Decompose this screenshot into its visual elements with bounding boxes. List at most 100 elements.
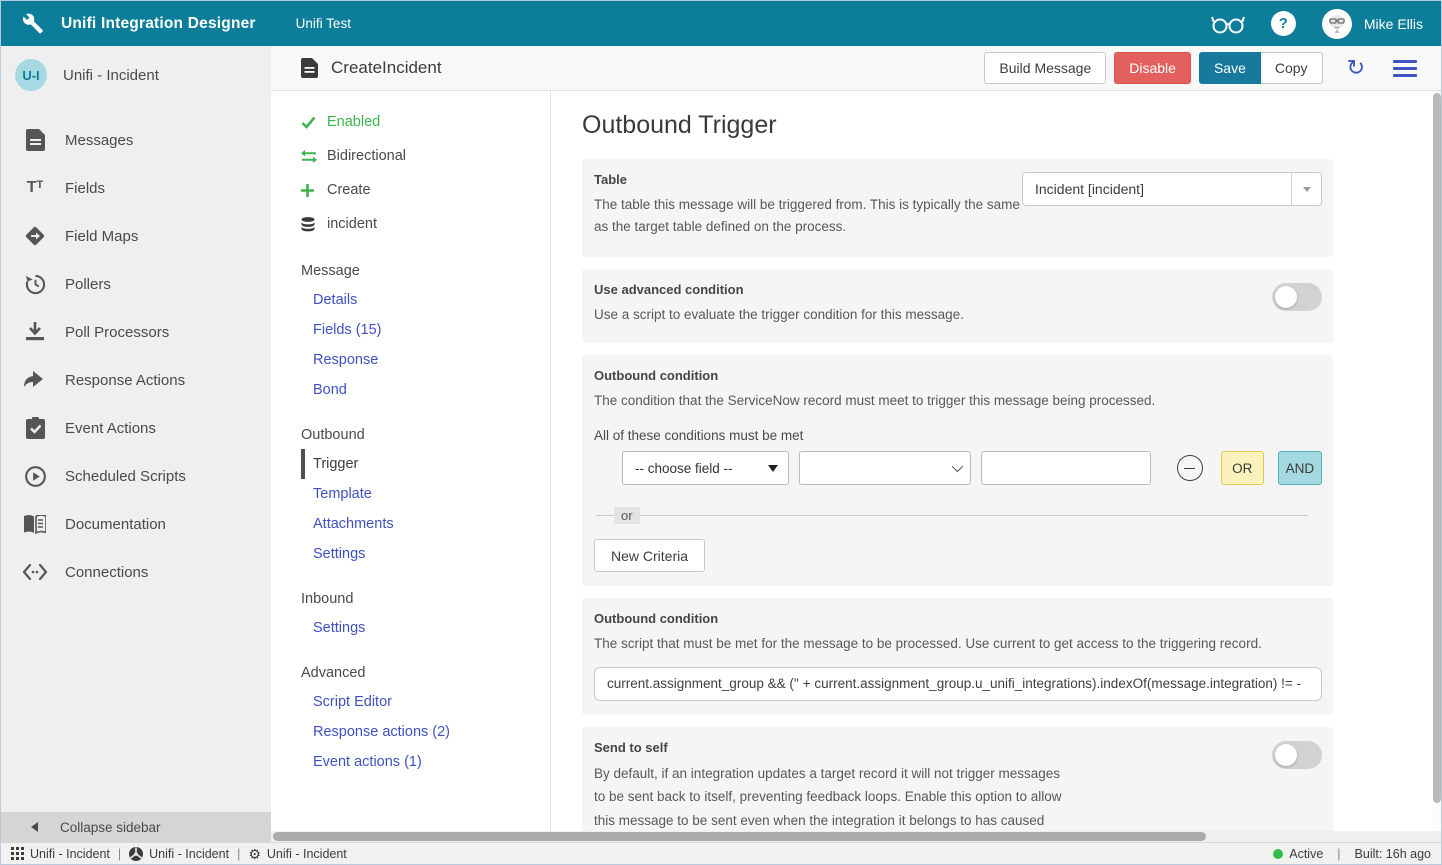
menu-icon[interactable]: [1393, 56, 1417, 81]
save-button[interactable]: Save: [1199, 52, 1261, 84]
advanced-condition-toggle[interactable]: [1272, 283, 1322, 311]
text-fields-icon: TT: [23, 179, 47, 197]
new-criteria-button[interactable]: New Criteria: [594, 539, 705, 572]
nav-link-template[interactable]: Template: [301, 479, 550, 509]
environment-label: Unifi Test: [296, 16, 351, 31]
check-icon: [301, 116, 323, 129]
operator-select[interactable]: [799, 451, 971, 485]
active-status-icon: [1273, 849, 1283, 859]
nav-link-details[interactable]: Details: [301, 285, 550, 315]
nav-link-inbound-settings[interactable]: Settings: [301, 613, 550, 643]
horizontal-scrollbar-thumb[interactable]: [273, 832, 1206, 841]
reply-arrow-icon: [23, 371, 47, 390]
copy-button[interactable]: Copy: [1261, 52, 1323, 84]
or-button[interactable]: OR: [1221, 451, 1264, 485]
map-arrow-icon: [23, 225, 47, 247]
sidebar-item-connections[interactable]: Connections: [1, 548, 271, 596]
or-divider: or: [594, 507, 1322, 525]
sidebar-item-response-actions[interactable]: Response Actions: [1, 356, 271, 404]
outbound-condition-card: Outbound condition The condition that th…: [582, 355, 1333, 586]
sidebar-item-messages[interactable]: Messages: [1, 116, 271, 164]
nav-link-event-actions[interactable]: Event actions (1): [301, 747, 550, 777]
collapse-sidebar-button[interactable]: Collapse sidebar: [1, 812, 271, 842]
nav-link-trigger[interactable]: Trigger: [301, 449, 550, 479]
status-enabled: Enabled: [301, 105, 550, 139]
caret-down-icon: [768, 465, 778, 472]
code-brackets-icon: [23, 564, 47, 580]
outbound-condition-desc: The condition that the ServiceNow record…: [594, 390, 1322, 412]
choose-field-select[interactable]: -- choose field --: [622, 451, 789, 485]
send-to-self-toggle[interactable]: [1272, 741, 1322, 769]
main-content: Outbound Trigger Table The table this me…: [551, 91, 1433, 831]
sidebar-item-field-maps[interactable]: Field Maps: [1, 212, 271, 260]
advanced-condition-desc: Use a script to evaluate the trigger con…: [594, 304, 1322, 326]
vertical-scrollbar[interactable]: [1433, 91, 1441, 831]
chevron-down-icon: [1291, 173, 1321, 205]
build-message-button[interactable]: Build Message: [984, 52, 1106, 84]
page-header: CreateIncident Build Message Disable Sav…: [271, 46, 1441, 91]
sidebar-item-poll-processors[interactable]: Poll Processors: [1, 308, 271, 356]
condition-row: -- choose field -- OR AND: [622, 451, 1322, 485]
clipboard-check-icon: [23, 417, 47, 439]
table-card: Table The table this message will be tri…: [582, 159, 1333, 257]
sidebar-item-fields[interactable]: TT Fields: [1, 164, 271, 212]
app-window: Unifi Integration Designer Unifi Test ?: [0, 0, 1442, 865]
refresh-icon[interactable]: ↻: [1347, 57, 1365, 79]
download-icon: [23, 322, 47, 343]
nav-link-script-editor[interactable]: Script Editor: [301, 687, 550, 717]
script-condition-input[interactable]: [594, 667, 1322, 701]
app-name: Unifi - Incident: [63, 67, 159, 84]
user-name[interactable]: Mike Ellis: [1364, 16, 1423, 32]
send-to-self-label: Send to self: [594, 740, 1322, 755]
status-bidirectional: Bidirectional: [301, 139, 550, 173]
condition-value-input[interactable]: [981, 451, 1151, 485]
disable-button[interactable]: Disable: [1114, 52, 1191, 84]
active-status-label: Active: [1289, 847, 1323, 861]
nav-link-bond[interactable]: Bond: [301, 375, 550, 405]
and-button[interactable]: AND: [1278, 451, 1322, 485]
status-bar: Unifi - Incident | Unifi - Incident | ⚙ …: [1, 842, 1441, 864]
script-condition-card: Outbound condition The script that must …: [582, 598, 1333, 714]
top-bar: Unifi Integration Designer Unifi Test ?: [1, 1, 1441, 46]
status-table: incident: [301, 207, 550, 241]
nav-link-fields[interactable]: Fields (15): [301, 315, 550, 345]
status-tab-1[interactable]: Unifi - Incident: [11, 847, 110, 861]
status-create: Create: [301, 173, 550, 207]
built-label: Built: 16h ago: [1355, 847, 1431, 861]
status-tab-2[interactable]: Unifi - Incident: [129, 847, 229, 861]
sidebar-item-scheduled-scripts[interactable]: Scheduled Scripts: [1, 452, 271, 500]
sidebar-item-documentation[interactable]: Documentation: [1, 500, 271, 548]
sidebar-app-header[interactable]: U-I Unifi - Incident: [1, 46, 271, 104]
sidebar-item-event-actions[interactable]: Event Actions: [1, 404, 271, 452]
message-nav: Enabled Bidirectional Create incident: [271, 91, 551, 831]
nav-link-response[interactable]: Response: [301, 345, 550, 375]
page-title: Outbound Trigger: [582, 111, 1433, 140]
chevron-down-icon: [952, 461, 963, 472]
table-select[interactable]: Incident [incident]: [1022, 172, 1322, 206]
document-icon: [23, 129, 47, 151]
status-tab-3[interactable]: ⚙ Unifi - Incident: [248, 847, 346, 861]
collapse-arrow-icon: [31, 822, 38, 832]
play-circle-icon: [23, 466, 47, 487]
advanced-condition-label: Use advanced condition: [594, 282, 1322, 297]
sidebar-item-pollers[interactable]: Pollers: [1, 260, 271, 308]
help-icon[interactable]: ?: [1271, 11, 1296, 36]
horizontal-scrollbar[interactable]: [271, 831, 1441, 842]
app-badge: U-I: [15, 59, 47, 91]
nav-link-outbound-settings[interactable]: Settings: [301, 539, 550, 569]
message-title: CreateIncident: [331, 58, 442, 78]
vertical-scrollbar-thumb[interactable]: [1433, 93, 1441, 803]
nav-link-attachments[interactable]: Attachments: [301, 509, 550, 539]
table-select-value: Incident [incident]: [1023, 181, 1291, 197]
avatar[interactable]: [1322, 9, 1352, 39]
wrench-icon: [21, 12, 45, 36]
script-condition-label: Outbound condition: [594, 611, 1322, 626]
conditions-caption: All of these conditions must be met: [594, 428, 1322, 443]
history-clock-icon: [23, 274, 47, 295]
glasses-icon[interactable]: [1211, 13, 1245, 35]
plus-icon: [301, 184, 323, 197]
sphere-logo-icon: [129, 847, 143, 861]
remove-condition-icon[interactable]: [1177, 455, 1203, 481]
nav-link-response-actions[interactable]: Response actions (2): [301, 717, 550, 747]
message-doc-icon: [301, 58, 318, 78]
